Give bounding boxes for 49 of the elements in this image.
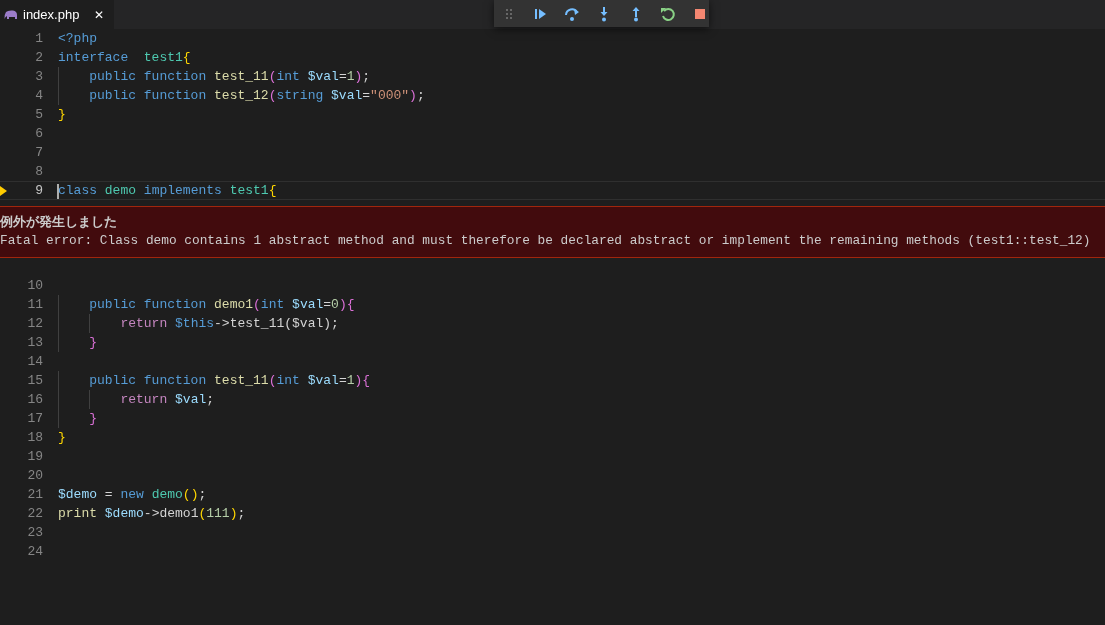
line-number: 13 xyxy=(27,334,44,352)
line-number: 21 xyxy=(27,486,44,504)
line-number: 14 xyxy=(27,353,44,371)
line-number: 1 xyxy=(35,30,44,48)
code-line: <?php xyxy=(58,30,97,48)
exception-title: 例外が発生しました xyxy=(0,213,118,231)
code-line: interface test1{ xyxy=(58,49,191,67)
line-number: 24 xyxy=(27,543,44,561)
code-line: } xyxy=(58,429,66,447)
line-number: 17 xyxy=(27,410,44,428)
code-line: public function test_12(string $val="000"); xyxy=(88,87,425,105)
line-number: 11 xyxy=(27,296,44,314)
line-number: 2 xyxy=(35,49,44,67)
line-number: 12 xyxy=(27,315,44,333)
line-number: 3 xyxy=(35,68,44,86)
code-line: } xyxy=(58,106,66,124)
code-line: return $this->test_11($val); xyxy=(119,315,339,333)
code-line: } xyxy=(88,334,97,352)
line-number: 16 xyxy=(27,391,44,409)
line-number: 6 xyxy=(35,125,44,143)
close-button[interactable]: ✕ xyxy=(94,8,105,21)
text-cursor xyxy=(57,184,59,199)
code-line: public function test_11(int $val=1){ xyxy=(88,372,371,390)
editor-tab[interactable]: index.php ✕ xyxy=(0,0,115,29)
restart-icon[interactable] xyxy=(660,5,676,22)
code-line: return $val; xyxy=(119,391,215,409)
exception-message: Fatal error: Class demo contains 1 abstract method and must therefore be declared abstract or implement the remaining methods (test1::test_12) xyxy=(0,232,1092,250)
line-number: 19 xyxy=(27,448,44,466)
elephant-icon xyxy=(4,9,18,20)
line-number: 8 xyxy=(35,163,44,181)
line-number: 20 xyxy=(27,467,44,485)
code-line: public function test_11(int $val=1); xyxy=(88,68,371,86)
code-line: class demo implements test1{ xyxy=(58,182,277,200)
line-number: 5 xyxy=(35,106,44,124)
code-line: } xyxy=(88,410,97,428)
line-number: 10 xyxy=(27,277,44,295)
line-number: 4 xyxy=(35,87,44,105)
line-number: 18 xyxy=(27,429,44,447)
line-number: 15 xyxy=(27,372,44,390)
code-line: public function demo1(int $val=0){ xyxy=(88,296,355,314)
line-number: 22 xyxy=(27,505,44,523)
step-over-icon[interactable] xyxy=(564,5,580,22)
tab-label: index.php xyxy=(23,5,80,24)
line-number: 7 xyxy=(35,144,44,162)
drag-handle-icon[interactable] xyxy=(505,7,513,20)
code-line: print $demo->demo1(111); xyxy=(58,505,246,523)
code-line: $demo = new demo(); xyxy=(58,486,207,504)
line-number: 9 xyxy=(35,182,44,200)
line-number: 23 xyxy=(27,524,44,542)
